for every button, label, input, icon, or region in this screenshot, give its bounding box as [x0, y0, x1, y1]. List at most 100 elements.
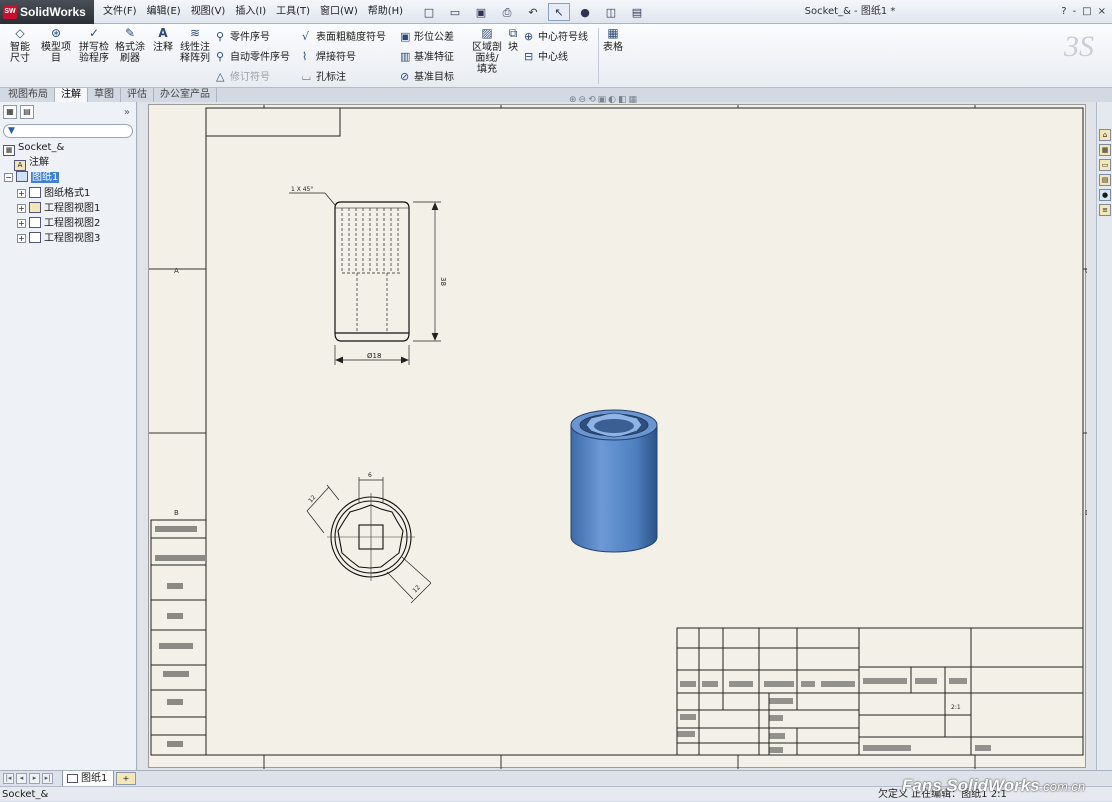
note-button[interactable]: A 注释: [150, 27, 176, 53]
tab-annotation[interactable]: 注解: [55, 88, 88, 102]
tree-sheet-label: 图纸1: [31, 172, 60, 183]
center-mark-icon: ⊕: [524, 30, 534, 43]
hole-callout-button[interactable]: ⌴ 孔标注: [302, 68, 346, 86]
file-explorer-icon[interactable]: ▭: [1099, 159, 1111, 171]
note-label: 注释: [153, 42, 173, 53]
top-view-dimensions[interactable]: [306, 477, 432, 604]
centerline-label: 中心线: [538, 52, 568, 63]
sheet-format-icon: [29, 187, 41, 198]
custom-properties-icon[interactable]: ≡: [1099, 204, 1111, 216]
tree-view1-label: 工程图视图1: [44, 203, 101, 214]
collapse-icon[interactable]: −: [4, 173, 13, 182]
datum-target-button[interactable]: ⊘ 基准目标: [400, 68, 454, 86]
heads-up-view-toolbar[interactable]: ⊕⊖⟲▣◐◧▦: [569, 95, 639, 105]
format-painter-icon: ✎: [124, 26, 136, 40]
expand-icon[interactable]: +: [17, 204, 26, 213]
tree-item-sheet[interactable]: − 图纸1: [4, 170, 60, 185]
linear-note-pattern-label: 线性注释阵列: [180, 42, 210, 64]
menu-edit[interactable]: 编辑(E): [142, 0, 186, 24]
menu-window[interactable]: 窗口(W): [315, 0, 363, 24]
menu-help[interactable]: 帮助(H): [363, 0, 408, 24]
weld-symbol-label: 焊接符号: [316, 52, 356, 63]
close-button[interactable]: ×: [1098, 0, 1106, 24]
maximize-button[interactable]: □: [1082, 0, 1091, 24]
height-dimension[interactable]: [413, 201, 441, 342]
menu-tools[interactable]: 工具(T): [271, 0, 315, 24]
surface-finish-button[interactable]: √ 表面粗糙度符号: [302, 28, 386, 46]
expand-icon[interactable]: +: [17, 234, 26, 243]
tree-item-drawing-view-2[interactable]: + 工程图视图2: [17, 216, 100, 231]
chamfer-leader[interactable]: [289, 192, 336, 206]
tab-view-layout[interactable]: 视图布局: [2, 88, 55, 102]
tree-filter-input[interactable]: ▼: [3, 124, 133, 138]
tree-item-drawing-view-3[interactable]: + 工程图视图3: [17, 231, 100, 246]
sheet-tab-1[interactable]: 图纸1: [62, 771, 115, 787]
menu-file[interactable]: 文件(F): [98, 0, 142, 24]
datum-target-icon: ⊘: [400, 70, 410, 83]
tree-item-sheet-format[interactable]: + 图纸格式1: [17, 186, 90, 201]
auto-balloon-button[interactable]: ⚲ 自动零件序号: [216, 48, 290, 66]
save-icon[interactable]: ▣: [470, 3, 492, 21]
centerline-button[interactable]: ⊟ 中心线: [524, 48, 568, 66]
spell-check-icon: ✓: [88, 26, 100, 40]
file-properties-icon[interactable]: ◫: [600, 3, 622, 21]
title-bar: SW SolidWorks 文件(F) 编辑(E) 视图(V) 插入(I) 工具(…: [0, 0, 1112, 24]
format-painter-button[interactable]: ✎ 格式涂刷器: [112, 26, 148, 64]
block-button[interactable]: ⧉ 块: [504, 27, 522, 53]
expand-icon[interactable]: +: [17, 219, 26, 228]
graphics-area[interactable]: A B C D: [138, 95, 1096, 770]
tree-item-drawing-view-1[interactable]: + 工程图视图1: [17, 201, 100, 216]
revision-symbol-button[interactable]: △ 修订符号: [216, 68, 270, 86]
select-cursor-icon[interactable]: ↖: [548, 3, 570, 21]
filter-icon: ▼: [8, 126, 15, 136]
property-manager-tab-icon[interactable]: ▤: [20, 105, 34, 119]
appearances-icon[interactable]: ●: [1099, 189, 1111, 201]
new-document-icon[interactable]: □: [418, 3, 440, 21]
drawing-sheet[interactable]: A B C D: [148, 95, 1090, 769]
next-sheet-icon[interactable]: ▸: [29, 773, 40, 784]
prev-sheet-icon[interactable]: ◂: [16, 773, 27, 784]
options-icon[interactable]: ▤: [626, 3, 648, 21]
tab-sketch[interactable]: 草图: [88, 88, 121, 102]
smart-dimension-button[interactable]: ◇ 智能尺寸: [2, 27, 38, 64]
print-icon[interactable]: ⎙: [496, 3, 518, 21]
spell-check-button[interactable]: ✓ 拼写检验程序: [77, 26, 111, 64]
drawing-view-isometric[interactable]: [570, 409, 658, 553]
home-icon[interactable]: ⌂: [1099, 129, 1111, 141]
tree-annotations-label: 注解: [29, 157, 49, 168]
model-items-button[interactable]: ⊛ 模型项目: [38, 27, 74, 64]
menu-insert[interactable]: 插入(I): [230, 0, 271, 24]
tree-root-part[interactable]: ▦ Socket_&: [3, 140, 64, 156]
drawing-view-front[interactable]: [334, 201, 410, 342]
center-mark-button[interactable]: ⊕ 中心符号线: [524, 28, 588, 46]
menu-view[interactable]: 视图(V): [186, 0, 231, 24]
minimize-button[interactable]: -: [1073, 0, 1077, 24]
view-palette-icon[interactable]: ▤: [1099, 174, 1111, 186]
balloon-button[interactable]: ⚲ 零件序号: [216, 28, 270, 46]
expand-panel-icon[interactable]: »: [124, 107, 130, 118]
table-icon: ▦: [607, 26, 619, 40]
undo-icon[interactable]: ↶: [522, 3, 544, 21]
help-button[interactable]: ?: [1061, 0, 1066, 24]
tree-item-annotations[interactable]: A 注解: [14, 155, 49, 171]
feature-tree-tab-icon[interactable]: ▦: [3, 105, 17, 119]
area-hatch-button[interactable]: ▨ 区域剖面线/填充: [470, 27, 504, 75]
datum-feature-button[interactable]: ▥ 基准特征: [400, 48, 454, 66]
expand-icon[interactable]: +: [17, 189, 26, 198]
app-logo[interactable]: SW SolidWorks: [0, 0, 94, 24]
height-dimension-label: 38: [439, 277, 447, 286]
rebuild-icon[interactable]: ●: [574, 3, 596, 21]
add-sheet-icon[interactable]: +: [116, 772, 136, 785]
last-sheet-icon[interactable]: ▸|: [42, 773, 53, 784]
first-sheet-icon[interactable]: |◂: [3, 773, 14, 784]
datum-feature-label: 基准特征: [414, 52, 454, 63]
weld-symbol-button[interactable]: ⌇ 焊接符号: [302, 48, 356, 66]
open-folder-icon[interactable]: ▭: [444, 3, 466, 21]
tables-button[interactable]: ▦ 表格: [600, 26, 626, 53]
surface-finish-icon: √: [302, 30, 310, 43]
tab-office-products[interactable]: 办公室产品: [154, 88, 217, 102]
linear-note-pattern-button[interactable]: ≋ 线性注释阵列: [178, 27, 212, 64]
gtol-button[interactable]: ▣ 形位公差: [400, 28, 454, 46]
design-library-icon[interactable]: ▦: [1099, 144, 1111, 156]
tab-evaluate[interactable]: 评估: [121, 88, 154, 102]
